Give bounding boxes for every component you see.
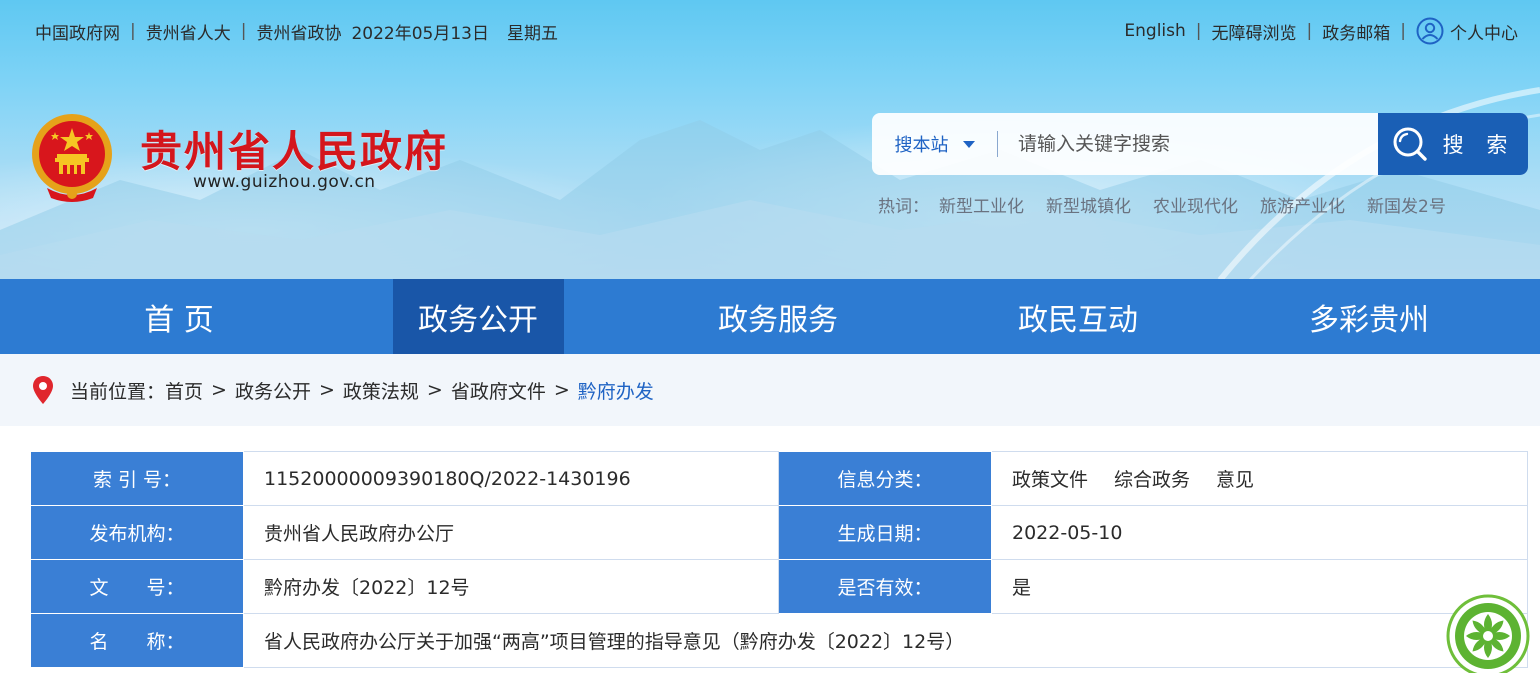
publisher-label: 发布机构： xyxy=(30,505,244,560)
breadcrumb-separator: > xyxy=(426,379,443,401)
search-input[interactable] xyxy=(998,113,1378,175)
nav-item-colorful-guizhou[interactable]: 多彩贵州 xyxy=(1198,279,1540,354)
site-url: www.guizhou.gov.cn xyxy=(193,172,376,192)
hot-word[interactable]: 新型工业化 xyxy=(939,192,1024,217)
site-title[interactable]: 贵州省人民政府 xyxy=(140,118,448,179)
user-center-link[interactable]: 个人中心 xyxy=(1450,19,1518,44)
search-button[interactable]: 搜 索 xyxy=(1378,113,1528,175)
date-label: 生成日期： xyxy=(778,505,992,560)
nav-item-label: 政民互动 xyxy=(1018,302,1138,338)
docno-label: 文 号： xyxy=(30,559,244,614)
name-label: 名 称： xyxy=(30,613,244,668)
energy-saving-badge-icon[interactable] xyxy=(1446,594,1530,673)
breadcrumb-policy[interactable]: 政策法规 xyxy=(343,377,419,404)
hot-words-label: 热词： xyxy=(878,197,929,217)
hot-word[interactable]: 农业现代化 xyxy=(1153,192,1238,217)
topbar-left: 中国政府网 | 贵州省人大 | 贵州省政协 2022年05月13日 星期五 xyxy=(35,19,558,44)
search-icon xyxy=(1393,127,1427,161)
search-button-label: 搜 索 xyxy=(1442,133,1516,157)
date-value: 2022-05-10 xyxy=(991,505,1528,560)
nav-item-label: 首 页 xyxy=(144,302,214,338)
valid-label: 是否有效： xyxy=(778,559,992,614)
divider: | xyxy=(130,21,136,41)
user-icon[interactable] xyxy=(1416,17,1444,45)
link-accessibility[interactable]: 无障碍浏览 xyxy=(1212,19,1297,44)
hot-words: 热词： 新型工业化 新型城镇化 农业现代化 旅游产业化 新国发2号 xyxy=(878,192,1468,217)
breadcrumb-current[interactable]: 黔府办发 xyxy=(578,377,654,404)
breadcrumb-separator: > xyxy=(553,379,570,401)
search-scope-dropdown[interactable]: 搜本站 xyxy=(872,113,997,175)
document-info-table: 索 引 号： 11520000009390180Q/2022-1430196 信… xyxy=(30,451,1528,668)
nav-item-label: 多彩贵州 xyxy=(1309,302,1429,338)
nav-item-gov-services[interactable]: 政务服务 xyxy=(598,279,958,354)
nav-item-home[interactable]: 首 页 xyxy=(0,279,358,354)
breadcrumb-label: 当前位置： xyxy=(70,380,166,403)
category-item: 政策文件 xyxy=(1012,469,1089,491)
divider: | xyxy=(1400,21,1406,41)
national-emblem-icon[interactable] xyxy=(27,110,117,206)
search-scope-label: 搜本站 xyxy=(894,135,949,156)
link-gov-cn[interactable]: 中国政府网 xyxy=(35,19,120,44)
category-label: 信息分类： xyxy=(778,451,992,506)
location-pin-icon xyxy=(33,376,53,404)
link-gz-cppcc[interactable]: 贵州省政协 xyxy=(256,19,341,44)
hot-word[interactable]: 新型城镇化 xyxy=(1046,192,1131,217)
topbar-right: English | 无障碍浏览 | 政务邮箱 | 个人中心 xyxy=(1124,17,1518,45)
breadcrumb-home[interactable]: 首页 xyxy=(165,377,203,404)
breadcrumb-gov-affairs[interactable]: 政务公开 xyxy=(235,377,311,404)
table-row: 发布机构： 贵州省人民政府办公厅 生成日期： 2022-05-10 xyxy=(30,505,1528,560)
breadcrumb-separator: > xyxy=(211,379,227,401)
current-weekday: 星期五 xyxy=(507,23,558,44)
link-gov-mail[interactable]: 政务邮箱 xyxy=(1322,19,1390,44)
category-value: 政策文件 综合政务 意见 xyxy=(991,451,1528,506)
nav-item-label: 政务服务 xyxy=(718,302,838,338)
caret-down-icon xyxy=(962,140,975,148)
link-english[interactable]: English xyxy=(1124,21,1185,41)
search-box: 搜本站 搜 索 xyxy=(872,113,1528,175)
category-item: 综合政务 xyxy=(1114,469,1191,491)
docno-value: 黔府办发〔2022〕12号 xyxy=(243,559,779,614)
site-header: 中国政府网 | 贵州省人大 | 贵州省政协 2022年05月13日 星期五 En… xyxy=(0,0,1540,279)
index-label: 索 引 号： xyxy=(30,451,244,506)
link-gz-npc[interactable]: 贵州省人大 xyxy=(146,19,231,44)
breadcrumb: 当前位置： 首页 > 政务公开 > 政策法规 > 省政府文件 > 黔府办发 xyxy=(0,354,1540,426)
current-date: 2022年05月13日 xyxy=(351,23,489,44)
index-value: 11520000009390180Q/2022-1430196 xyxy=(243,451,779,506)
nav-item-interaction[interactable]: 政民互动 xyxy=(958,279,1198,354)
divider: | xyxy=(240,21,247,41)
table-row: 名 称： 省人民政府办公厅关于加强“两高”项目管理的指导意见（黔府办发〔2022… xyxy=(30,613,1528,668)
name-value: 省人民政府办公厅关于加强“两高”项目管理的指导意见（黔府办发〔2022〕12号） xyxy=(243,613,1528,668)
hot-word[interactable]: 旅游产业化 xyxy=(1260,192,1345,217)
nav-item-label: 政务公开 xyxy=(418,302,538,338)
breadcrumb-provincial-docs[interactable]: 省政府文件 xyxy=(451,377,546,404)
category-item: 意见 xyxy=(1216,469,1255,491)
hot-word[interactable]: 新国发2号 xyxy=(1367,192,1446,217)
breadcrumb-separator: > xyxy=(318,379,335,401)
table-row: 索 引 号： 11520000009390180Q/2022-1430196 信… xyxy=(30,451,1528,506)
publisher-value: 贵州省人民政府办公厅 xyxy=(243,505,779,560)
main-nav: 首 页 政务公开 政务服务 政民互动 多彩贵州 xyxy=(0,279,1540,354)
divider: | xyxy=(1306,21,1313,41)
table-row: 文 号： 黔府办发〔2022〕12号 是否有效： 是 xyxy=(30,559,1528,614)
divider: | xyxy=(1195,21,1202,41)
